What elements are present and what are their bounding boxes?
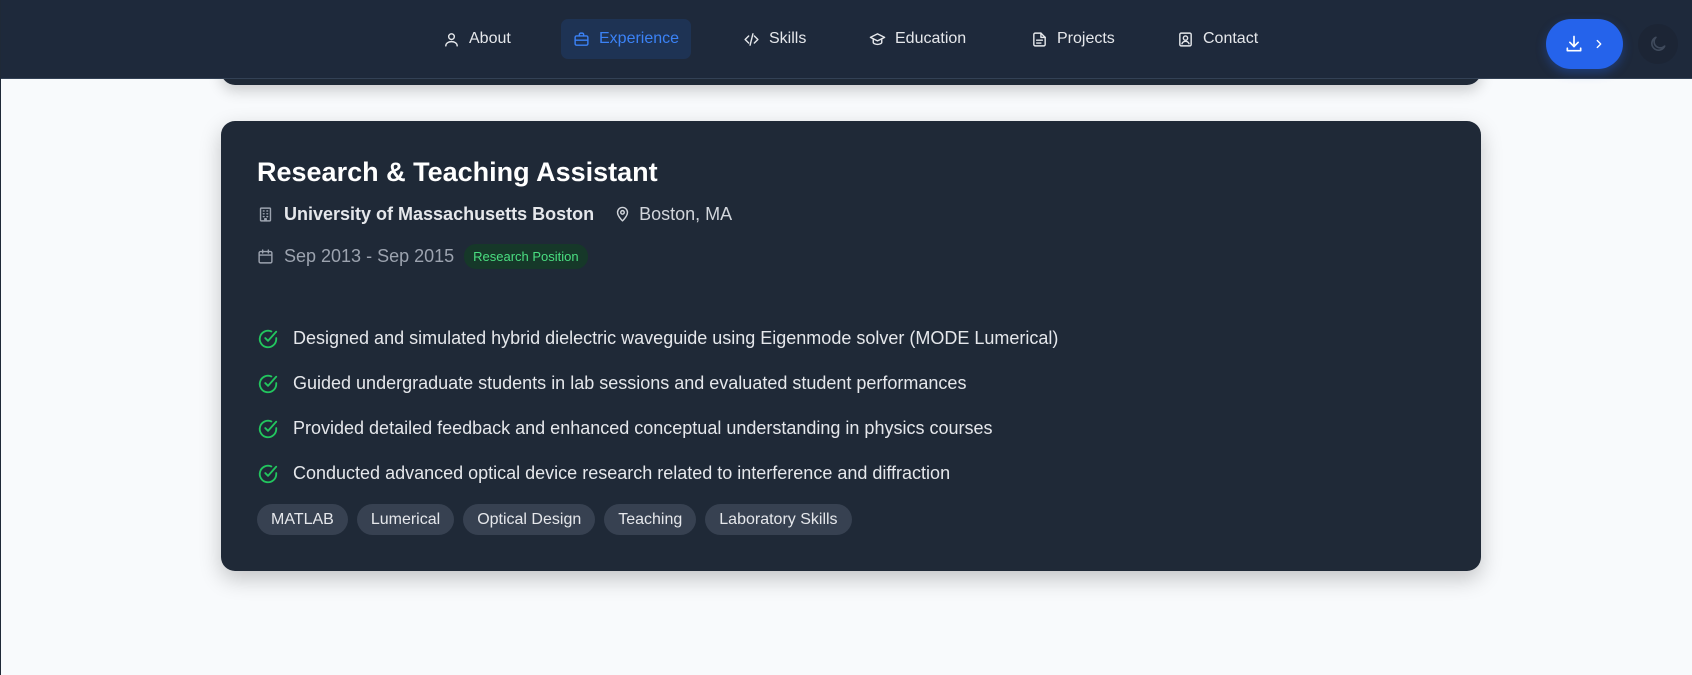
nav-item-label: Experience bbox=[599, 30, 680, 47]
experience-card: Research & Teaching Assistant University… bbox=[221, 121, 1481, 571]
nav-item-education[interactable]: Education bbox=[857, 19, 978, 59]
user-icon bbox=[445, 32, 458, 47]
skill-tag: Optical Design bbox=[463, 504, 596, 535]
list-item: Conducted advanced optical device resear… bbox=[257, 451, 1058, 496]
nav-item-experience[interactable]: Experience bbox=[561, 19, 692, 59]
theme-toggle-button[interactable] bbox=[1638, 24, 1678, 64]
download-resume-button[interactable] bbox=[1546, 19, 1623, 69]
map-pin-icon bbox=[616, 206, 629, 222]
building-icon bbox=[259, 207, 272, 222]
list-item-text: Conducted advanced optical device resear… bbox=[293, 463, 951, 483]
contact-card-icon bbox=[1179, 31, 1192, 47]
check-circle-icon bbox=[258, 419, 278, 438]
nav-item-contact[interactable]: Contact bbox=[1165, 19, 1270, 59]
nav-item-label: About bbox=[469, 30, 511, 47]
check-circle-icon bbox=[258, 464, 278, 483]
check-circle-icon bbox=[258, 374, 278, 393]
responsibilities-list: Designed and simulated hybrid dielectric… bbox=[257, 316, 1058, 496]
date-range: Sep 2013 - Sep 2015 bbox=[284, 246, 455, 266]
list-item-text: Guided undergraduate students in lab ses… bbox=[293, 373, 967, 393]
chevron-right-icon bbox=[1596, 39, 1601, 49]
skill-tags: MATLAB Lumerical Optical Design Teaching… bbox=[257, 504, 852, 535]
code-icon bbox=[744, 32, 759, 46]
organization-name: University of Massachusetts Boston bbox=[284, 204, 595, 224]
list-item: Provided detailed feedback and enhanced … bbox=[257, 406, 1058, 451]
top-navbar: About Experience Skills Education Projec… bbox=[1, 0, 1692, 79]
skill-tag: Lumerical bbox=[356, 504, 455, 535]
moon-icon bbox=[1651, 36, 1666, 51]
skill-tag: Laboratory Skills bbox=[705, 504, 852, 535]
list-item: Designed and simulated hybrid dielectric… bbox=[257, 316, 1058, 361]
download-icon bbox=[1566, 35, 1581, 52]
nav-item-label: Education bbox=[895, 30, 967, 47]
list-item-text: Provided detailed feedback and enhanced … bbox=[293, 418, 993, 438]
job-title: Research & Teaching Assistant bbox=[257, 157, 658, 187]
skill-tag: MATLAB bbox=[257, 504, 348, 535]
list-item: Guided undergraduate students in lab ses… bbox=[257, 361, 1058, 406]
skill-tag: Teaching bbox=[604, 504, 697, 535]
nav-item-label: Skills bbox=[769, 30, 807, 47]
nav-item-label: Projects bbox=[1057, 30, 1115, 47]
nav-item-skills[interactable]: Skills bbox=[731, 19, 818, 59]
nav-item-projects[interactable]: Projects bbox=[1019, 19, 1127, 59]
organization-row: University of Massachusetts Boston Bosto… bbox=[257, 204, 732, 225]
nav-item-about[interactable]: About bbox=[431, 19, 523, 59]
calendar-icon bbox=[258, 249, 273, 264]
location-text: Boston, MA bbox=[639, 204, 733, 224]
graduation-cap-icon bbox=[869, 32, 886, 45]
nav-item-label: Contact bbox=[1203, 30, 1259, 47]
briefcase-icon bbox=[574, 31, 589, 46]
position-type-badge: Research Position bbox=[464, 244, 588, 269]
list-item-text: Designed and simulated hybrid dielectric… bbox=[293, 328, 1059, 348]
nav-menu: About Experience Skills Education Projec… bbox=[1, 0, 1692, 78]
check-circle-icon bbox=[258, 329, 278, 348]
file-text-icon bbox=[1033, 31, 1046, 47]
dates-row: Sep 2013 - Sep 2015 Research Position bbox=[257, 244, 588, 269]
